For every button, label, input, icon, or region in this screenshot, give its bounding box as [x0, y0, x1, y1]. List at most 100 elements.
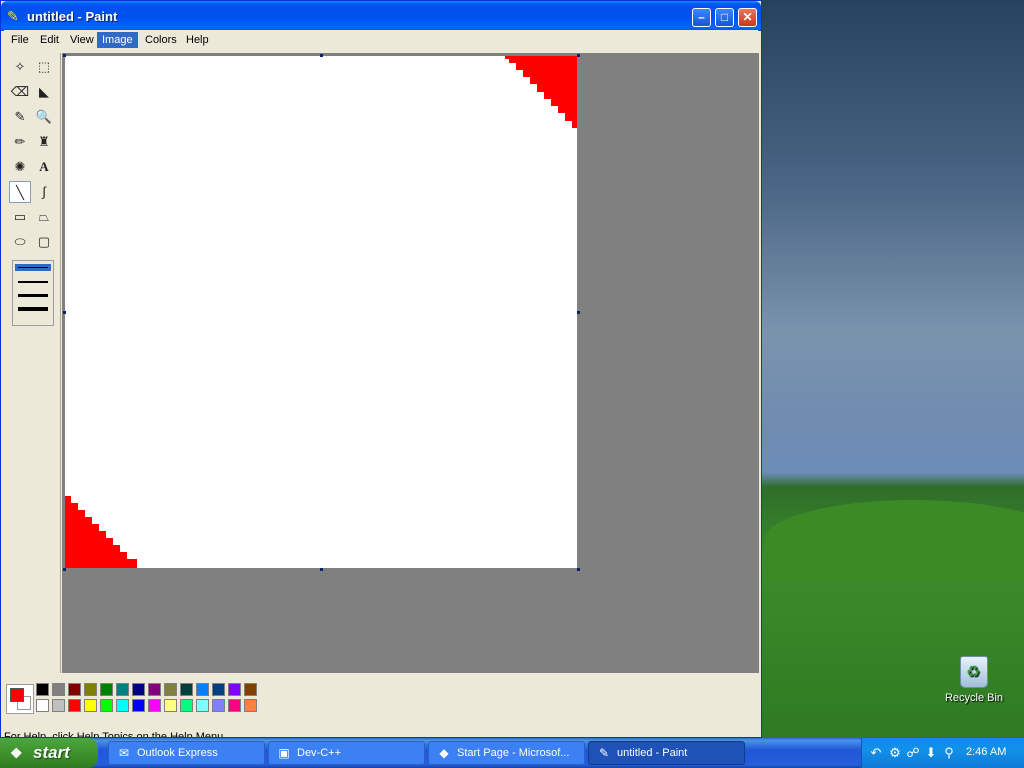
recycle-bin-shortcut[interactable]: Recycle Bin — [944, 656, 1004, 704]
color-swatch[interactable] — [212, 699, 225, 712]
color-swatch[interactable] — [36, 683, 49, 696]
window-title: untitled - Paint — [27, 9, 118, 24]
color-swatch[interactable] — [36, 699, 49, 712]
color-swatch[interactable] — [100, 699, 113, 712]
line-width-1[interactable] — [15, 264, 51, 271]
rect-select-icon[interactable]: ⬚ — [33, 56, 55, 78]
resize-handle — [63, 568, 66, 571]
ellipse-tool-icon[interactable]: ⬭ — [9, 231, 31, 253]
status-bar: For Help, click Help Topics on the Help … — [4, 731, 227, 737]
color-swatch[interactable] — [180, 683, 193, 696]
color-swatch[interactable] — [196, 699, 209, 712]
title-bar[interactable]: ✎ untitled - Paint – □ ✕ — [1, 1, 761, 31]
foreground-color — [10, 688, 24, 702]
color-swatch[interactable] — [52, 683, 65, 696]
color-swatch[interactable] — [228, 699, 241, 712]
task-dev-cpp[interactable]: ▣ Dev-C++ — [268, 741, 425, 765]
clock[interactable]: 2:46 AM — [966, 746, 1006, 758]
desktop-hill — [764, 500, 1024, 580]
safely-remove-tray-icon[interactable]: ⬇ — [923, 745, 939, 761]
color-swatch[interactable] — [52, 699, 65, 712]
color-swatch[interactable] — [228, 683, 241, 696]
menu-colors[interactable]: Colors — [140, 32, 182, 48]
color-swatch[interactable] — [212, 683, 225, 696]
color-swatch[interactable] — [244, 683, 257, 696]
paint-icon: ✎ — [598, 746, 610, 760]
color-swatch[interactable] — [132, 699, 145, 712]
arrow-tray-icon[interactable]: ↶ — [868, 745, 884, 761]
top-right-red-triangle — [505, 56, 577, 128]
color-swatch[interactable] — [180, 699, 193, 712]
canvas-drawing — [65, 56, 577, 568]
menu-view[interactable]: View — [65, 32, 99, 48]
color-swatch[interactable] — [148, 683, 161, 696]
color-swatch[interactable] — [68, 683, 81, 696]
color-swatch[interactable] — [84, 699, 97, 712]
connection-tray-icon[interactable]: ☍ — [905, 745, 921, 761]
color-swatch[interactable] — [132, 683, 145, 696]
color-swatch[interactable] — [84, 683, 97, 696]
rectangle-tool-icon[interactable]: ▭ — [9, 206, 31, 228]
color-swatch[interactable] — [116, 699, 129, 712]
pick-color-icon[interactable]: ✎ — [9, 106, 31, 128]
menu-file[interactable]: File — [6, 32, 34, 48]
menu-image[interactable]: Image — [97, 32, 138, 48]
paint-window: ✎ untitled - Paint – □ ✕ File Edit View … — [0, 0, 762, 738]
pencil-icon[interactable]: ✏ — [9, 131, 31, 153]
maximize-button[interactable]: □ — [715, 8, 734, 27]
task-label: Outlook Express — [137, 747, 218, 759]
resize-handle[interactable] — [320, 568, 323, 571]
start-label: start — [33, 743, 70, 762]
close-button[interactable]: ✕ — [738, 8, 757, 27]
curve-tool-icon[interactable]: ∫ — [33, 181, 55, 203]
network-tray-icon[interactable]: ⚙ — [887, 745, 903, 761]
color-swatch[interactable] — [148, 699, 161, 712]
resize-handle — [320, 54, 323, 57]
taskbar: ❖ start ✉ Outlook Express ▣ Dev-C++ ◆ St… — [0, 738, 1024, 768]
color-swatch[interactable] — [68, 699, 81, 712]
color-swatch[interactable] — [164, 683, 177, 696]
line-width-4[interactable] — [18, 307, 48, 311]
dev-cpp-icon: ▣ — [278, 746, 290, 760]
color-swatch[interactable] — [244, 699, 257, 712]
recycle-bin-icon — [960, 656, 988, 688]
line-tool-icon[interactable]: ╲ — [9, 181, 31, 203]
menu-edit[interactable]: Edit — [35, 32, 64, 48]
line-width-3[interactable] — [18, 294, 48, 297]
eraser-icon[interactable]: ⌫ — [9, 81, 31, 103]
resize-handle[interactable] — [577, 311, 580, 314]
resize-handle[interactable] — [577, 568, 580, 571]
magnifier-icon[interactable]: 🔍 — [33, 106, 55, 128]
paint-app-icon: ✎ — [7, 8, 19, 24]
resize-handle — [577, 54, 580, 57]
color-swatch[interactable] — [116, 683, 129, 696]
start-button[interactable]: ❖ start — [0, 738, 98, 768]
task-label: untitled - Paint — [617, 747, 688, 759]
search-tray-icon[interactable]: ⚲ — [941, 745, 957, 761]
menu-help[interactable]: Help — [181, 32, 214, 48]
resize-handle — [63, 311, 66, 314]
line-width-selector — [12, 260, 54, 326]
current-colors-indicator — [6, 684, 34, 714]
fill-bucket-icon[interactable]: ◣ — [33, 81, 55, 103]
airbrush-icon[interactable]: ✺ — [9, 156, 31, 178]
windows-logo-icon: ❖ — [10, 745, 23, 761]
task-paint[interactable]: ✎ untitled - Paint — [588, 741, 745, 765]
rounded-rectangle-tool-icon[interactable]: ▢ — [33, 231, 55, 253]
text-tool-icon[interactable]: A — [33, 156, 55, 178]
polygon-tool-icon[interactable]: ⏢ — [33, 206, 55, 228]
task-outlook-express[interactable]: ✉ Outlook Express — [108, 741, 265, 765]
color-swatch[interactable] — [100, 683, 113, 696]
minimize-button[interactable]: – — [692, 8, 711, 27]
visual-studio-icon: ◆ — [439, 746, 449, 760]
color-swatch[interactable] — [164, 699, 177, 712]
drawing-canvas[interactable] — [65, 56, 577, 568]
task-start-page[interactable]: ◆ Start Page - Microsof... — [428, 741, 585, 765]
menu-bar: File Edit View Image Colors Help — [4, 30, 758, 50]
free-form-select-icon[interactable]: ✧ — [9, 56, 31, 78]
recycle-bin-label: Recycle Bin — [944, 692, 1004, 704]
brush-icon[interactable]: ♜ — [33, 131, 55, 153]
color-swatch[interactable] — [196, 683, 209, 696]
task-label: Start Page - Microsof... — [457, 747, 570, 759]
line-width-2[interactable] — [18, 281, 48, 283]
